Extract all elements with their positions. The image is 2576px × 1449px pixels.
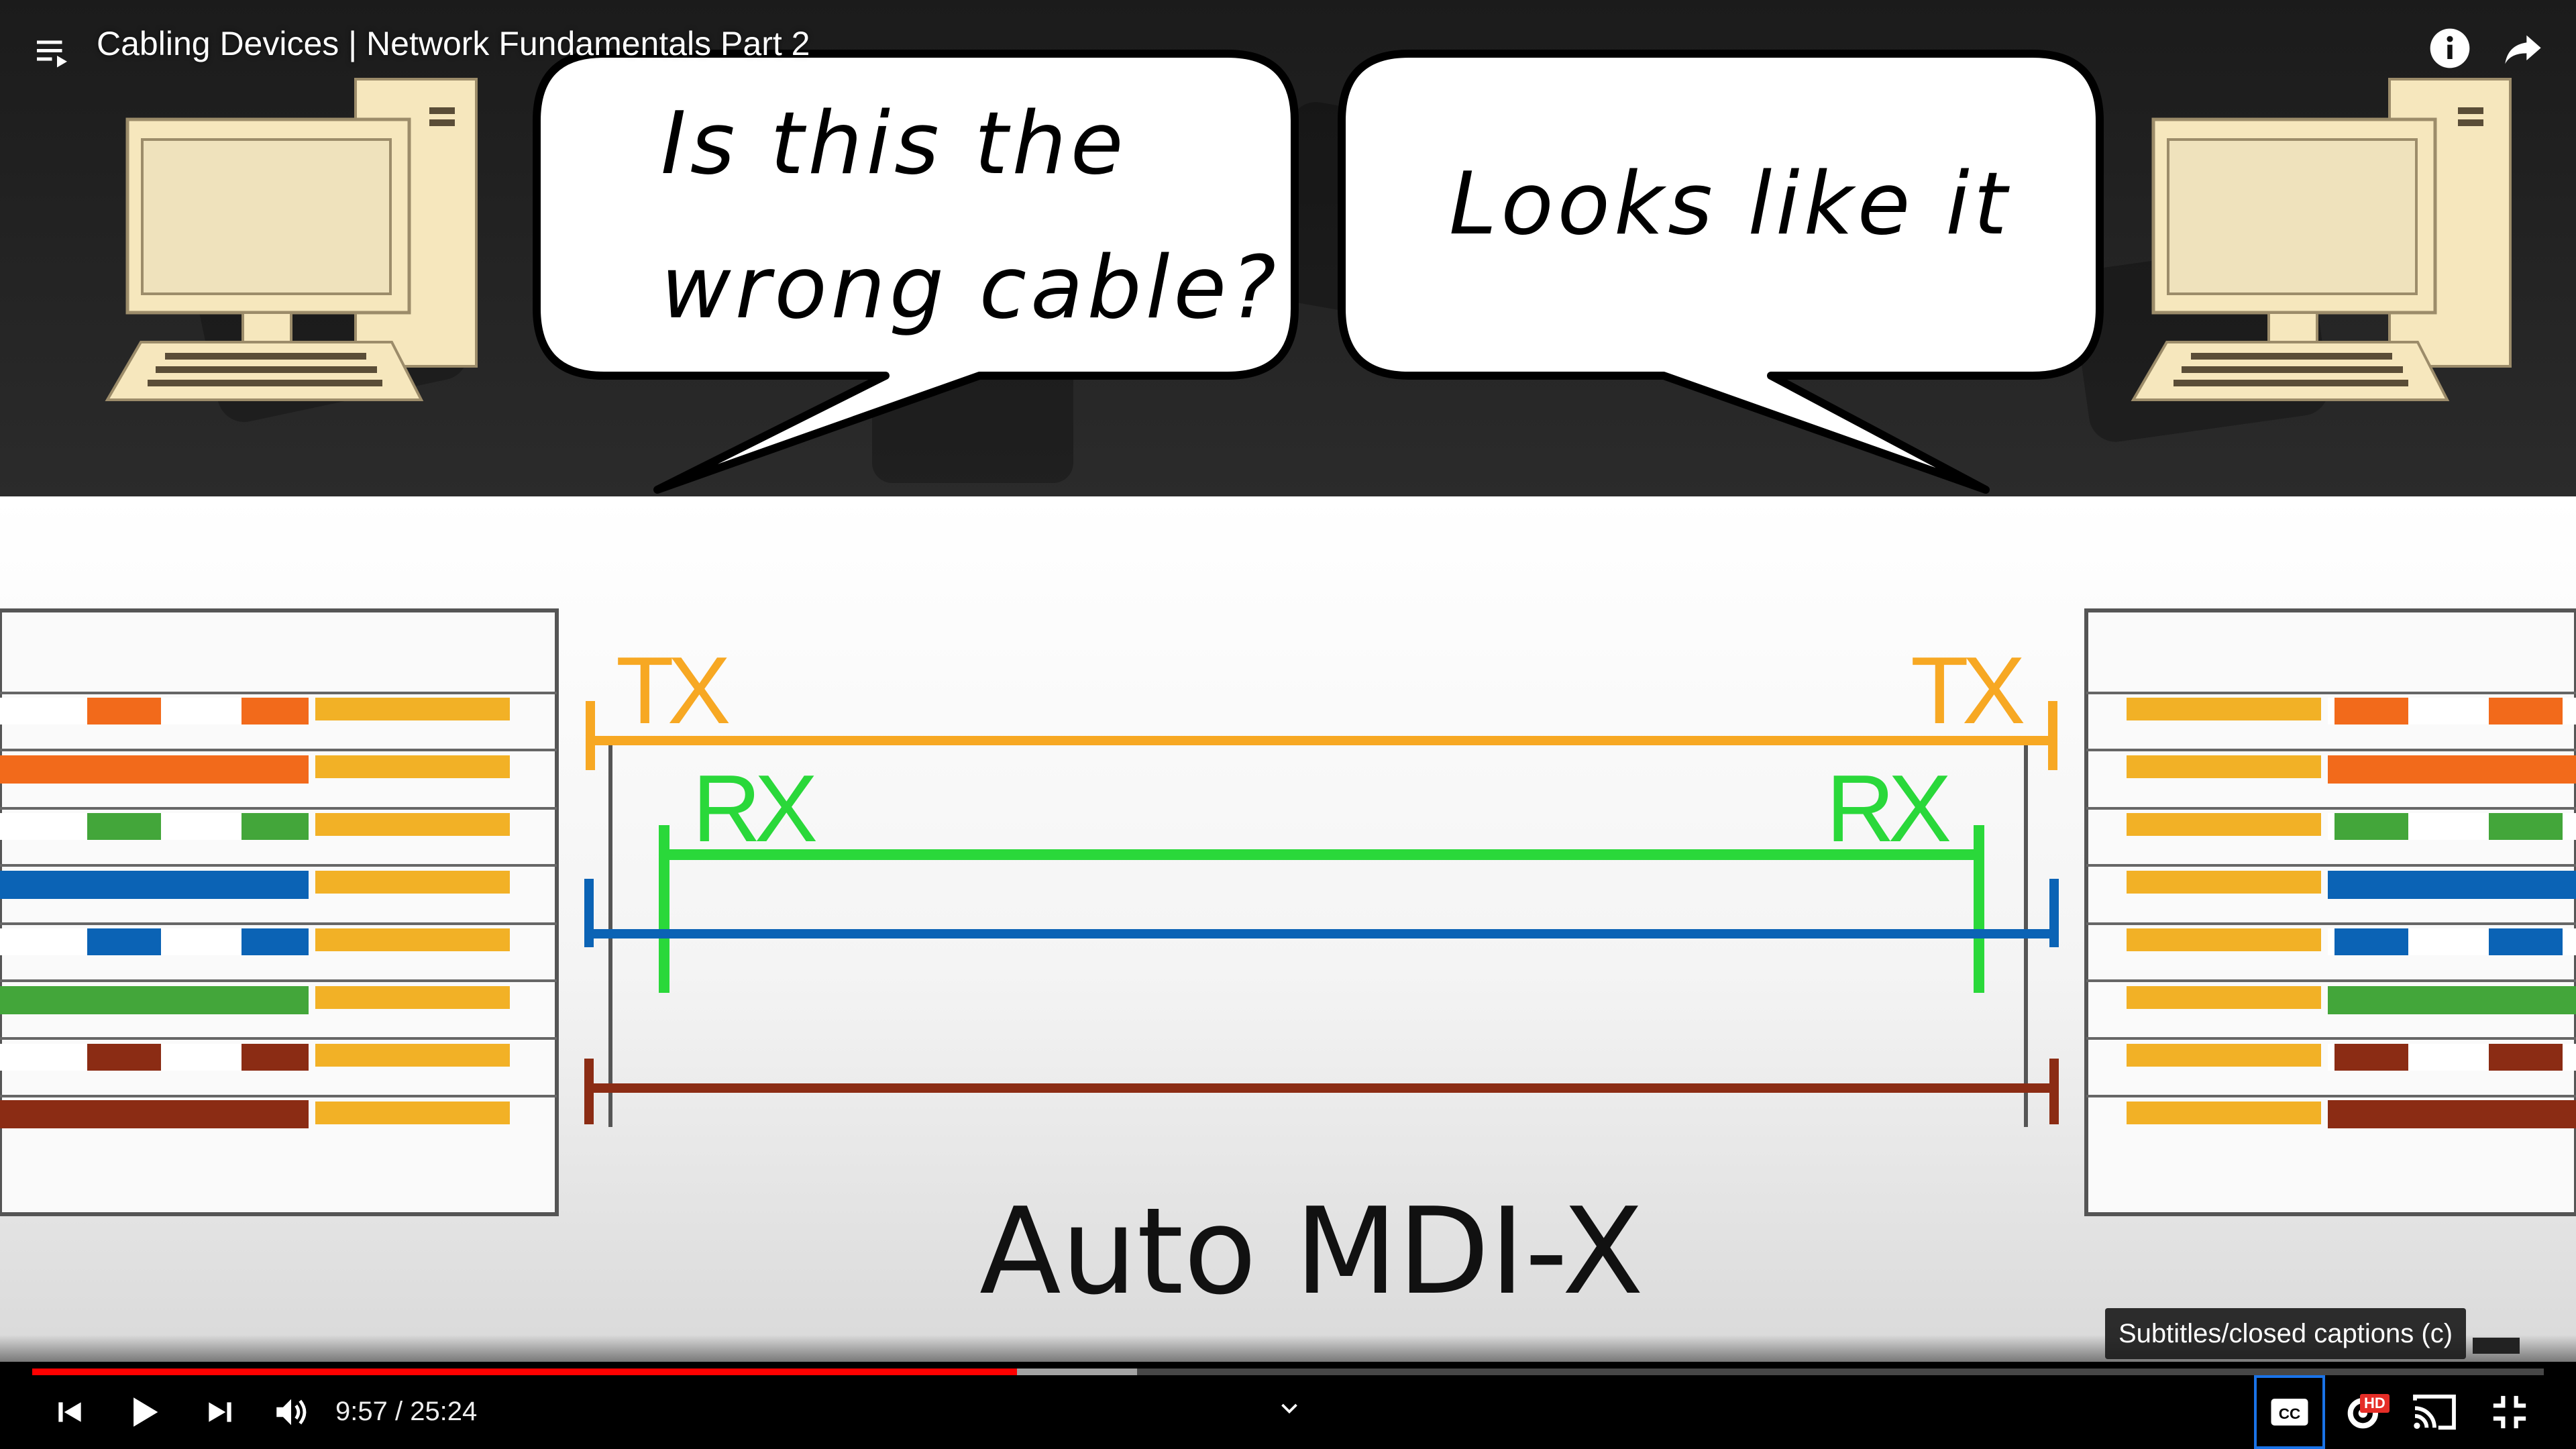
- exit-fullscreen-icon[interactable]: [2489, 1393, 2530, 1432]
- subscribe-watermark: [2473, 1338, 2520, 1354]
- right-connector: [2084, 608, 2576, 1216]
- tx-label-right: TX: [1911, 637, 2025, 744]
- chevron-down-icon[interactable]: [1275, 1397, 1304, 1421]
- right-computer-illustration: [2131, 78, 2512, 401]
- left-computer-illustration: [105, 78, 478, 401]
- volume-icon[interactable]: [270, 1393, 313, 1432]
- progress-played: [32, 1368, 1017, 1375]
- bubble-left-line-2: wrong cable?: [661, 238, 1280, 338]
- cast-icon[interactable]: [2411, 1393, 2458, 1432]
- video-player[interactable]: Is this the wrong cable? Looks like it T…: [0, 0, 2576, 1449]
- previous-icon[interactable]: [50, 1395, 90, 1429]
- hd-badge: HD: [2360, 1394, 2390, 1413]
- info-icon[interactable]: [2428, 27, 2471, 70]
- video-title[interactable]: Cabling Devices | Network Fundamentals P…: [97, 24, 810, 63]
- rx-label-left: RX: [692, 755, 818, 862]
- share-icon[interactable]: [2500, 28, 2546, 71]
- next-icon[interactable]: [200, 1395, 240, 1429]
- bubble-left-line-1: Is this the: [661, 94, 1128, 194]
- time-display: 9:57 / 25:24: [335, 1397, 478, 1426]
- cc-tooltip: Subtitles/closed captions (c): [2105, 1308, 2467, 1359]
- diagram-title: Auto MDI-X: [979, 1182, 1644, 1321]
- play-icon[interactable]: [125, 1393, 165, 1432]
- bubble-right-text: Looks like it: [1449, 154, 2011, 254]
- cc-text: CC: [2279, 1405, 2301, 1422]
- cc-icon[interactable]: CC: [2269, 1395, 2310, 1429]
- rx-label-right: RX: [1826, 755, 1951, 862]
- tx-label-left: TX: [616, 637, 731, 744]
- left-connector: [0, 608, 559, 1216]
- playlist-icon[interactable]: [34, 32, 74, 72]
